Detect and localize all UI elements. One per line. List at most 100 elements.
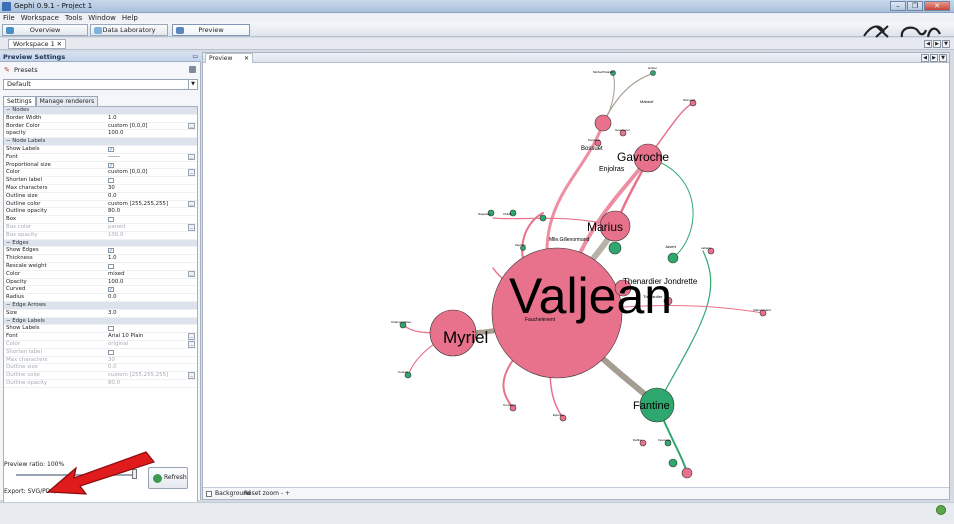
maximize-button[interactable]: ❐ xyxy=(907,1,923,11)
property-checkbox[interactable] xyxy=(108,217,114,223)
property-row[interactable]: Box opacity 100.0 xyxy=(4,232,197,240)
tab-list-button[interactable]: ▼ xyxy=(942,40,950,48)
property-category[interactable]: − Node Labels xyxy=(4,138,197,146)
property-row[interactable]: Outline size 0.0 xyxy=(4,364,197,373)
property-row[interactable]: Radius 0.0 xyxy=(4,294,197,302)
chevron-down-icon[interactable]: ▼ xyxy=(188,80,197,89)
property-row[interactable]: Outline color custom [255,255,255]… xyxy=(4,200,197,209)
menu-tools[interactable]: Tools xyxy=(65,13,82,23)
property-category[interactable]: − Nodes xyxy=(4,107,197,115)
property-value[interactable]: custom [255,255,255] xyxy=(108,201,168,208)
ellipsis-button[interactable]: … xyxy=(188,200,195,208)
scroll-left-button[interactable]: ◀ xyxy=(924,40,932,48)
property-checkbox[interactable] xyxy=(108,178,114,184)
scroll-right-button[interactable]: ▶ xyxy=(933,40,941,48)
ellipsis-button[interactable]: … xyxy=(188,169,195,176)
property-row[interactable]: Opacity 100.0 xyxy=(4,279,197,287)
property-category[interactable]: − Edges xyxy=(4,239,197,248)
property-row[interactable]: Font Arial 10 Plain… xyxy=(4,333,197,341)
property-row[interactable]: Box color parent… xyxy=(4,224,197,232)
property-value[interactable]: 0.0 xyxy=(108,193,117,200)
close-icon[interactable]: ✕ xyxy=(244,54,249,63)
workspace-tab[interactable]: Workspace 1 ✕ xyxy=(8,39,66,49)
property-row[interactable]: opacity 100.0 xyxy=(4,130,197,139)
property-value[interactable]: 80.0 xyxy=(108,208,120,215)
property-row[interactable]: Show Edges ✓ xyxy=(4,247,197,256)
minimize-panel-icon[interactable]: ▭ xyxy=(192,53,198,60)
property-row[interactable]: Font ------… xyxy=(4,153,197,162)
property-value[interactable]: 0.0 xyxy=(108,294,117,301)
property-row[interactable]: Shorten label xyxy=(4,177,197,185)
property-value[interactable]: 100.0 xyxy=(108,232,123,239)
property-value[interactable]: 80.0 xyxy=(108,380,120,387)
property-row[interactable]: Outline opacity 80.0 xyxy=(4,208,197,217)
tab-data-laboratory[interactable]: Data Laboratory xyxy=(90,24,168,36)
property-value[interactable]: custom [0,0,0] xyxy=(108,169,148,176)
zoom-controls[interactable]: - + xyxy=(281,490,290,497)
property-row[interactable]: Max characters 30 xyxy=(4,185,197,193)
property-category[interactable]: − Edge Arrows xyxy=(4,302,197,310)
ellipsis-button[interactable]: … xyxy=(188,333,195,340)
property-value[interactable]: 1.0 xyxy=(108,115,117,122)
property-row[interactable]: Thickness 1.0 xyxy=(4,255,197,263)
preset-select[interactable]: Default ▼ xyxy=(3,79,198,90)
property-row[interactable]: Proportional size ✓ xyxy=(4,162,197,170)
property-checkbox[interactable]: ✓ xyxy=(108,147,114,153)
property-checkbox[interactable]: ✓ xyxy=(108,287,114,293)
preview-settings-title[interactable]: Preview Settings xyxy=(3,53,65,61)
property-value[interactable]: 3.0 xyxy=(108,310,117,317)
close-icon[interactable]: ✕ xyxy=(57,40,62,48)
ellipsis-button[interactable]: … xyxy=(188,153,195,161)
scroll-left-button[interactable]: ◀ xyxy=(921,54,929,62)
property-value[interactable]: custom [255,255,255] xyxy=(108,372,168,379)
property-row[interactable]: Color mixed… xyxy=(4,270,197,279)
property-checkbox[interactable] xyxy=(108,349,114,355)
preview-tab[interactable]: Preview ✕ xyxy=(205,53,253,63)
property-value[interactable]: 100.0 xyxy=(108,279,123,286)
ellipsis-button[interactable]: … xyxy=(188,122,195,130)
property-value[interactable]: custom [0,0,0] xyxy=(108,123,148,130)
close-button[interactable]: ✕ xyxy=(924,1,950,11)
property-row[interactable]: Outline opacity 80.0 xyxy=(4,380,197,388)
menu-file[interactable]: File xyxy=(3,13,15,23)
property-row[interactable]: Box xyxy=(4,216,197,224)
property-row[interactable]: Outline size 0.0 xyxy=(4,193,197,201)
property-row[interactable]: Border Color custom [0,0,0]… xyxy=(4,122,197,131)
property-row[interactable]: Shorten label xyxy=(4,349,197,357)
reset-zoom-button[interactable]: Reset zoom - + xyxy=(244,488,290,499)
property-value[interactable]: 100.0 xyxy=(108,130,123,137)
property-row[interactable]: Show Labels ✓ xyxy=(4,146,197,154)
property-value[interactable]: mixed xyxy=(108,271,125,278)
ellipsis-button[interactable]: … xyxy=(188,341,195,348)
notification-icon[interactable] xyxy=(936,505,946,515)
property-checkbox[interactable] xyxy=(108,326,114,332)
menu-workspace[interactable]: Workspace xyxy=(21,13,59,23)
tab-preview[interactable]: Preview xyxy=(172,24,250,36)
ellipsis-button[interactable]: … xyxy=(188,224,195,231)
graph-preview-canvas[interactable]: Valjean Myriel Marius Gavroche Fantine T… xyxy=(203,63,949,487)
property-value[interactable]: 1.0 xyxy=(108,255,117,262)
ellipsis-button[interactable]: … xyxy=(188,372,195,379)
property-row[interactable]: Max characters 30 xyxy=(4,357,197,365)
ellipsis-button[interactable]: … xyxy=(188,270,195,278)
property-value[interactable]: original xyxy=(108,341,128,348)
property-value[interactable]: Arial 10 Plain xyxy=(108,333,143,340)
save-preset-icon[interactable] xyxy=(189,66,196,73)
property-row[interactable]: Rescale weight xyxy=(4,263,197,271)
tab-settings[interactable]: Settings xyxy=(3,96,36,106)
property-value[interactable]: 30 xyxy=(108,185,115,192)
property-category[interactable]: − Edge Labels xyxy=(4,317,197,326)
property-row[interactable]: Color custom [0,0,0]… xyxy=(4,169,197,178)
property-row[interactable]: Border Width 1.0 xyxy=(4,115,197,123)
property-value[interactable]: 0.0 xyxy=(108,364,117,371)
property-row[interactable]: Curved ✓ xyxy=(4,286,197,295)
property-row[interactable]: Color original… xyxy=(4,341,197,349)
tab-manage-renderers[interactable]: Manage renderers xyxy=(35,96,99,106)
tab-overview[interactable]: Overview xyxy=(2,24,88,36)
menu-help[interactable]: Help xyxy=(122,13,138,23)
property-value[interactable]: parent xyxy=(108,224,126,231)
property-row[interactable]: Size 3.0 xyxy=(4,310,197,318)
background-checkbox[interactable] xyxy=(206,491,212,497)
property-checkbox[interactable]: ✓ xyxy=(108,162,114,168)
scroll-right-button[interactable]: ▶ xyxy=(930,54,938,62)
